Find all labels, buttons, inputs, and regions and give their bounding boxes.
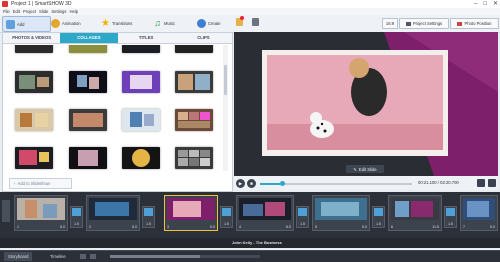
- animation-button[interactable]: Animation: [48, 16, 99, 30]
- project-settings-button[interactable]: Project Settings: [399, 18, 449, 29]
- collage-thumb[interactable]: [122, 45, 160, 53]
- library-tabs: PHOTOS & VIDEOS COLLAGES TITLES CLIPS: [3, 33, 232, 44]
- progress-track[interactable]: [260, 181, 412, 186]
- library-panel: PHOTOS & VIDEOS COLLAGES TITLES CLIPS + …: [2, 32, 233, 192]
- star-icon: ★: [101, 17, 110, 29]
- tab-clips[interactable]: CLIPS: [175, 33, 232, 43]
- collage-thumb[interactable]: [175, 109, 213, 131]
- main-toolbar: Add Animation ★ Transitions ♫ Music Crea…: [0, 15, 500, 33]
- preview-canvas: [234, 32, 498, 176]
- crop-icon: [457, 21, 463, 26]
- storyboard-scrollbar[interactable]: [110, 255, 260, 258]
- time-readout: 00:21.100 / 02:20.700: [418, 180, 459, 185]
- collage-grid: [9, 45, 219, 171]
- window-controls: – □ ✕: [474, 0, 498, 8]
- add-to-slideshow-button[interactable]: + Add to Slideshow: [9, 178, 72, 189]
- collage-thumb[interactable]: [69, 147, 107, 169]
- notification-badge: [240, 16, 244, 20]
- collage-thumb[interactable]: [69, 45, 107, 53]
- create-button[interactable]: Create: [194, 16, 236, 30]
- aspect-ratio-button[interactable]: 16:9: [382, 18, 398, 29]
- add-button[interactable]: Add: [2, 16, 51, 32]
- tab-titles[interactable]: TITLES: [118, 33, 175, 43]
- audio-track-title: John Kelly - The Business: [232, 240, 282, 245]
- animation-icon: [51, 18, 60, 28]
- collage-thumb[interactable]: [122, 109, 160, 131]
- collage-thumb[interactable]: [15, 147, 53, 169]
- redo-icon[interactable]: [90, 254, 96, 259]
- storyboard-slide[interactable]: 7 5.0: [460, 195, 498, 231]
- app-logo-icon: [2, 1, 8, 7]
- stop-button[interactable]: ■: [247, 179, 256, 188]
- play-button[interactable]: ▶: [236, 179, 245, 188]
- storyboard-slide[interactable]: 2 5.0: [86, 195, 140, 231]
- collage-thumb[interactable]: [122, 71, 160, 93]
- menu-file[interactable]: File: [3, 9, 10, 14]
- tab-timeline[interactable]: Timeline: [46, 252, 70, 261]
- snapshot-icon[interactable]: [477, 179, 485, 187]
- library-scrollbar[interactable]: [223, 45, 228, 171]
- photo-position-button[interactable]: Photo Position: [450, 18, 499, 29]
- minimize-icon[interactable]: –: [474, 0, 477, 8]
- delete-icon[interactable]: [252, 18, 259, 26]
- collage-thumb[interactable]: [69, 109, 107, 131]
- menu-help[interactable]: Help: [69, 9, 78, 14]
- scroll-thumb[interactable]: [224, 65, 227, 95]
- create-icon: [197, 18, 206, 28]
- storyboard-slide-selected[interactable]: 3 5.0: [164, 195, 218, 231]
- slide-preview: [234, 32, 498, 176]
- collage-thumb[interactable]: [15, 45, 53, 53]
- collage-thumb[interactable]: [175, 45, 213, 53]
- music-button[interactable]: ♫ Music: [150, 16, 196, 30]
- music-note-icon: ♫: [154, 17, 161, 28]
- collage-thumb[interactable]: [15, 109, 53, 131]
- collage-thumb[interactable]: [122, 147, 160, 169]
- transition[interactable]: 1.5: [372, 206, 385, 228]
- collage-thumb[interactable]: [175, 147, 213, 169]
- storyboard-slide[interactable]: 5 5.0: [312, 195, 370, 231]
- close-icon[interactable]: ✕: [493, 0, 498, 8]
- menu-settings[interactable]: Settings: [51, 9, 66, 14]
- monitor-icon: [405, 21, 411, 26]
- tab-photos-videos[interactable]: PHOTOS & VIDEOS: [3, 33, 60, 43]
- progress-handle[interactable]: [280, 181, 286, 186]
- transitions-button[interactable]: ★ Transitions: [98, 16, 150, 30]
- fullscreen-icon[interactable]: [488, 179, 496, 187]
- menu-project[interactable]: Project: [23, 9, 36, 14]
- transition[interactable]: 1.5: [142, 206, 155, 228]
- pencil-icon: ✎: [353, 166, 357, 172]
- storyboard-slide[interactable]: 1 5.0: [14, 195, 68, 231]
- collage-thumb[interactable]: [15, 71, 53, 93]
- undo-icon[interactable]: [80, 254, 86, 259]
- photo-icon: [6, 19, 15, 29]
- tab-collages[interactable]: COLLAGES: [60, 33, 118, 43]
- scroll-left-icon[interactable]: [2, 200, 10, 222]
- storyboard-slide[interactable]: 4 5.0: [236, 195, 294, 231]
- maximize-icon[interactable]: □: [483, 0, 487, 8]
- menu-bar: File Edit Project Slide Settings Help: [0, 8, 500, 15]
- storyboard-slide[interactable]: 6 11.5: [388, 195, 442, 231]
- tab-storyboard[interactable]: Storyboard: [4, 252, 33, 261]
- collage-thumb[interactable]: [69, 71, 107, 93]
- plus-icon: +: [13, 181, 16, 186]
- transition[interactable]: 1.5: [70, 206, 83, 228]
- view-tabs: Storyboard Timeline: [0, 250, 500, 262]
- transition[interactable]: 1.5: [220, 206, 233, 228]
- transition[interactable]: 1.5: [296, 206, 309, 228]
- player-controls: ▶ ■ 00:21.100 / 02:20.700: [234, 176, 498, 190]
- transition[interactable]: 1.5: [444, 206, 457, 228]
- edit-slide-button[interactable]: ✎ Edit Slide: [346, 165, 384, 173]
- menu-edit[interactable]: Edit: [13, 9, 20, 14]
- collage-thumb[interactable]: [175, 71, 213, 93]
- window-title: Project 1 | SmartSHOW 3D: [11, 1, 72, 7]
- menu-slide[interactable]: Slide: [39, 9, 48, 14]
